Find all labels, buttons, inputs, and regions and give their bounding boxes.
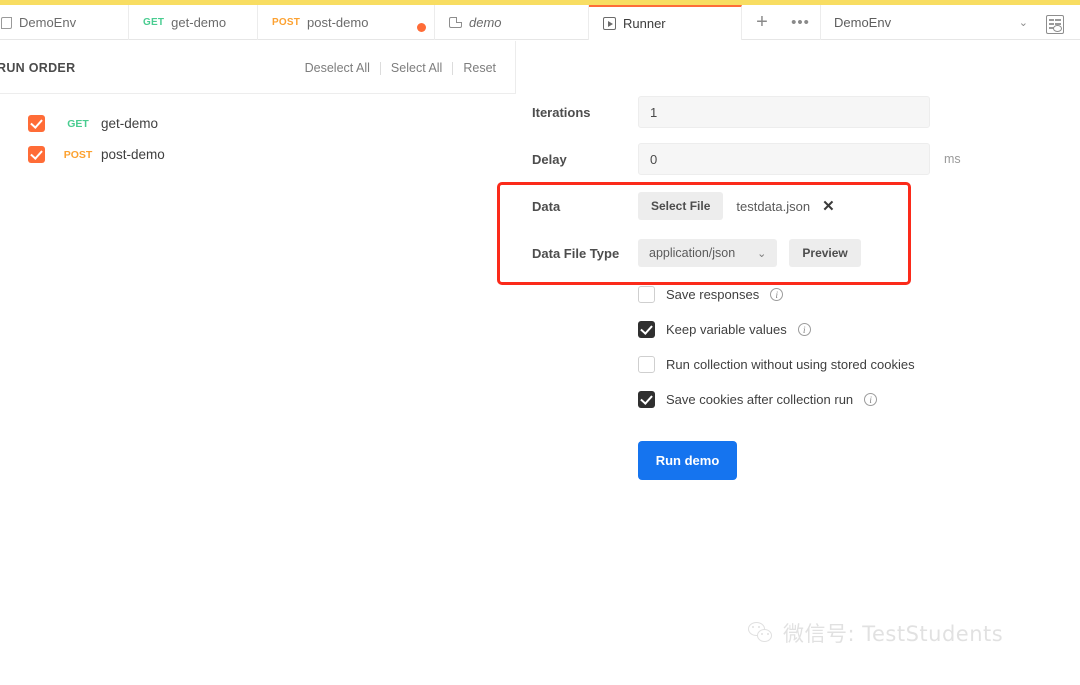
- delay-unit-label: ms: [944, 152, 961, 166]
- tab-label: post-demo: [307, 15, 369, 30]
- run-order-list: GET get-demo POST post-demo: [0, 93, 517, 685]
- data-file-type-select[interactable]: application/json ⌄: [638, 239, 778, 267]
- iterations-input[interactable]: 1: [638, 96, 930, 128]
- data-file-type-label: Data File Type: [532, 245, 620, 261]
- iterations-row: Iterations 1: [532, 96, 930, 128]
- data-label: Data: [532, 198, 561, 214]
- tab-method-badge: GET: [143, 17, 165, 28]
- delay-row: Delay 0 ms: [532, 143, 961, 175]
- environment-selector[interactable]: DemoEnv ⌄: [822, 5, 1040, 40]
- unsaved-changes-dot: [417, 23, 426, 32]
- save-responses-checkbox[interactable]: [638, 286, 655, 303]
- environment-icon: [1, 16, 12, 29]
- request-method-badge: GET: [67, 117, 89, 130]
- option-label: Run collection without using stored cook…: [666, 357, 915, 372]
- reset-button[interactable]: Reset: [453, 61, 506, 75]
- new-tab-button[interactable]: +: [743, 5, 781, 40]
- tab-demoenv[interactable]: DemoEnv: [0, 5, 129, 40]
- tab-method-badge: POST: [272, 17, 301, 28]
- list-item[interactable]: POST post-demo: [0, 139, 516, 170]
- selected-filename: testdata.json: [736, 198, 811, 214]
- info-icon[interactable]: i: [864, 393, 878, 406]
- option-label: Save responses: [666, 287, 760, 302]
- option-keep-variable-values[interactable]: Keep variable values i: [638, 321, 811, 338]
- request-name: post-demo: [101, 147, 165, 162]
- select-file-button[interactable]: Select File: [638, 192, 724, 220]
- option-save-responses[interactable]: Save responses i: [638, 286, 784, 303]
- runner-icon: [603, 17, 616, 30]
- option-label: Save cookies after collection run: [666, 392, 854, 407]
- request-checkbox[interactable]: [28, 115, 45, 132]
- tab-get-demo[interactable]: GET get-demo: [129, 5, 258, 40]
- request-checkbox[interactable]: [28, 146, 45, 163]
- tab-runner[interactable]: Runner: [589, 5, 742, 40]
- wechat-icon: [748, 622, 774, 644]
- select-all-button[interactable]: Select All: [381, 61, 452, 75]
- list-item[interactable]: GET get-demo: [0, 108, 516, 139]
- data-file-type-row: Data File Type application/json ⌄ Previe…: [532, 239, 861, 267]
- request-method-badge: POST: [63, 148, 93, 161]
- chevron-down-icon: ⌄: [757, 247, 767, 260]
- tab-more-options-button[interactable]: •••: [781, 5, 821, 40]
- postman-runner-window: DemoEnv GET get-demo POST post-demo demo…: [0, 0, 1080, 685]
- collection-icon: [449, 17, 462, 28]
- run-order-header: RUN ORDER Deselect All Select All Reset: [0, 52, 516, 84]
- keep-variable-values-checkbox[interactable]: [638, 321, 655, 338]
- run-order-title: RUN ORDER: [0, 61, 76, 75]
- tab-label: DemoEnv: [19, 15, 77, 30]
- run-order-actions: Deselect All Select All Reset: [295, 61, 506, 75]
- option-run-without-stored-cookies[interactable]: Run collection without using stored cook…: [638, 356, 915, 373]
- data-row: Data Select File testdata.json ✕: [532, 192, 835, 220]
- delay-label: Delay: [532, 151, 567, 167]
- run-order-panel: RUN ORDER Deselect All Select All Reset …: [0, 41, 517, 685]
- chevron-down-icon: ⌄: [1018, 17, 1028, 29]
- option-save-cookies-after-run[interactable]: Save cookies after collection run i: [638, 391, 878, 408]
- tab-label: Runner: [623, 16, 666, 31]
- run-without-stored-cookies-checkbox[interactable]: [638, 356, 655, 373]
- tab-label: demo: [469, 15, 502, 30]
- iterations-label: Iterations: [532, 104, 591, 120]
- close-icon[interactable]: ✕: [822, 199, 835, 214]
- environment-selector-value: DemoEnv: [834, 15, 892, 30]
- tab-bar: DemoEnv GET get-demo POST post-demo demo…: [0, 5, 1080, 40]
- watermark: 微信号: TestStudents: [748, 618, 1003, 648]
- request-name: get-demo: [101, 116, 159, 131]
- environment-quick-look-icon[interactable]: [1046, 15, 1064, 34]
- tab-label: get-demo: [171, 15, 227, 30]
- watermark-text: 微信号: TestStudents: [783, 622, 1004, 646]
- save-cookies-after-run-checkbox[interactable]: [638, 391, 655, 408]
- deselect-all-button[interactable]: Deselect All: [295, 61, 380, 75]
- info-icon[interactable]: i: [770, 288, 784, 301]
- preview-button[interactable]: Preview: [789, 239, 861, 267]
- data-file-type-value: application/json: [649, 246, 736, 260]
- run-collection-button[interactable]: Run demo: [638, 441, 737, 480]
- option-label: Keep variable values: [666, 322, 787, 337]
- tab-post-demo[interactable]: POST post-demo: [258, 5, 435, 40]
- runner-settings-form: Iterations 1 Delay 0 ms Data Select File…: [516, 41, 1080, 685]
- info-icon[interactable]: i: [797, 323, 811, 336]
- tab-demo-collection[interactable]: demo: [435, 5, 589, 40]
- delay-input[interactable]: 0: [638, 143, 930, 175]
